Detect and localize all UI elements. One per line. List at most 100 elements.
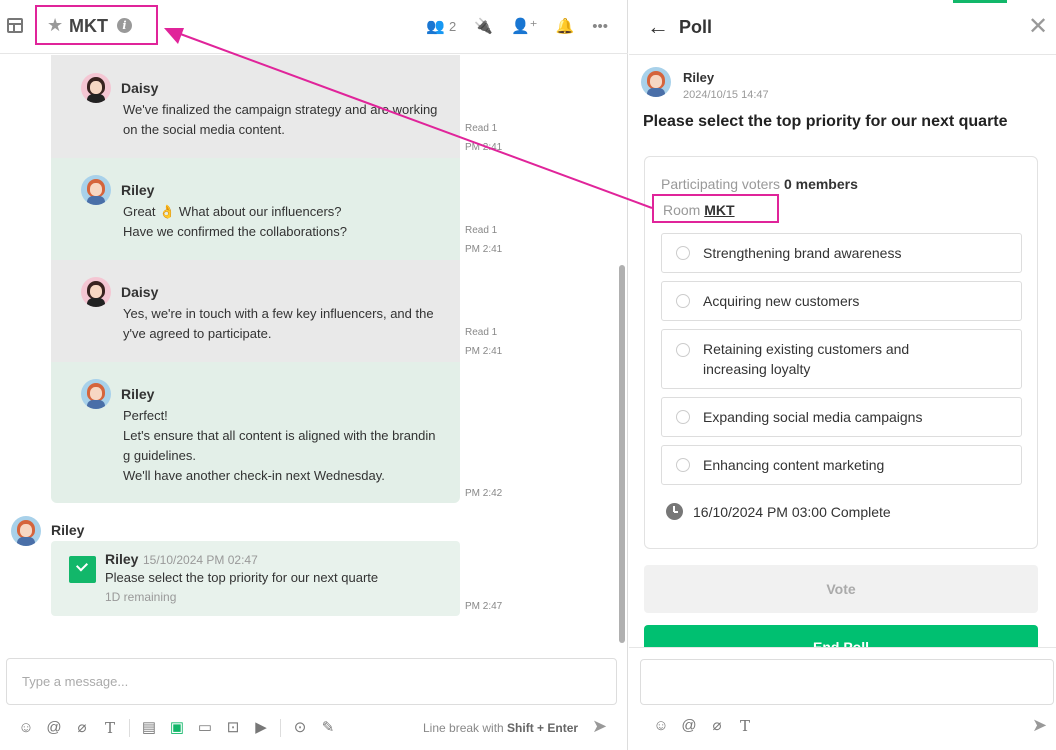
message-meta: Read 1 PM 2:41: [465, 323, 502, 361]
option-label: Strengthening brand awareness: [703, 245, 902, 261]
star-icon[interactable]: ★: [47, 15, 63, 35]
panel-title: Poll: [679, 17, 713, 37]
message-time: PM 2:41: [465, 142, 503, 153]
hint-prefix: Line break with: [423, 721, 508, 735]
room-label: Room: [663, 202, 701, 218]
message-bubble: Daisy We've finalized the campaign strat…: [51, 55, 460, 158]
room-title: MKT: [69, 16, 108, 36]
poll-option[interactable]: Acquiring new customers: [661, 281, 1022, 321]
emoji-icon[interactable]: ☺: [17, 718, 35, 738]
add-member-icon[interactable]: 👤⁺: [511, 17, 538, 37]
message-input[interactable]: [640, 659, 1054, 705]
toolbar-divider: [280, 719, 281, 737]
deadline-text: 16/10/2024 PM 03:00 Complete: [693, 503, 891, 520]
translate-icon[interactable]: ⊙: [291, 718, 309, 738]
radio-button[interactable]: [676, 343, 690, 357]
vote-button[interactable]: Vote: [644, 565, 1038, 613]
layout-toggle-icon[interactable]: [7, 18, 23, 33]
toolbar-divider: [129, 719, 130, 737]
poll-remaining: 1D remaining: [105, 590, 177, 604]
message-time: PM 2:41: [465, 346, 503, 357]
message-text: We've finalized the campaign strategy an…: [123, 102, 438, 137]
read-status: Read 1: [465, 123, 498, 134]
poll-option[interactable]: Strengthening brand awareness: [661, 233, 1022, 273]
room-name-link[interactable]: MKT: [704, 202, 734, 218]
mention-icon[interactable]: @: [680, 716, 698, 736]
message-sender: Daisy: [121, 80, 159, 96]
text-format-icon[interactable]: T: [101, 718, 119, 738]
room-highlight: Room MKT: [652, 194, 779, 223]
room-field: Room MKT: [663, 202, 735, 218]
scrollbar[interactable]: [619, 265, 625, 643]
message-text: Great 👌 What about our influencers? Have…: [123, 204, 348, 239]
option-label: Expanding social media campaigns: [703, 409, 923, 425]
attach-icon[interactable]: ⌀: [708, 716, 726, 736]
option-label: Acquiring new customers: [703, 293, 860, 309]
message-bubble: Riley Perfect! Let's ensure that all con…: [51, 362, 460, 503]
message-sender: Riley: [121, 386, 155, 402]
poll-option[interactable]: Expanding social media campaigns: [661, 397, 1022, 437]
option-label: Retaining existing customers and increas…: [703, 341, 910, 377]
members-button[interactable]: 👥 2: [426, 17, 456, 37]
emoji-icon[interactable]: ☺: [652, 716, 670, 736]
message-text: Yes, we're in touch with a few key influ…: [123, 306, 434, 341]
message-time: PM 2:42: [465, 488, 503, 499]
voters-label: Participating voters: [661, 176, 781, 192]
poll-created-at: 2024/10/15 14:47: [683, 89, 769, 101]
video-icon[interactable]: ▶: [252, 718, 270, 738]
chat-header: ★ MKT i 👥 2 🔌 👤⁺ 🔔 •••: [0, 0, 628, 54]
end-poll-button[interactable]: End Poll: [644, 625, 1038, 647]
capture-icon[interactable]: ⊡: [224, 718, 242, 738]
close-icon[interactable]: ✕: [1028, 12, 1048, 41]
avatar: [11, 516, 41, 546]
text-format-icon[interactable]: T: [736, 716, 754, 736]
task-icon[interactable]: ▤: [140, 718, 158, 738]
poll-card: Participating voters 0 members Room MKT …: [644, 156, 1038, 549]
poll-question: Please select the top priority for our n…: [105, 570, 379, 585]
participating-voters: Participating voters 0 members: [661, 176, 858, 192]
message-text: Perfect! Let's ensure that all content i…: [123, 408, 436, 483]
poll-option[interactable]: Retaining existing customers and increas…: [661, 329, 1022, 389]
poll-creator: Riley: [683, 70, 715, 85]
poll-sender: Riley: [105, 551, 139, 567]
chat-pane: ★ MKT i 👥 2 🔌 👤⁺ 🔔 ••• Daisy We've finali…: [0, 0, 628, 750]
poll-panel: ← Poll ✕ Riley 2024/10/15 14:47 Please s…: [629, 0, 1056, 750]
members-icon: 👥: [426, 18, 446, 35]
message-input[interactable]: Type a message...: [6, 658, 617, 705]
message-meta: Read 1 PM 2:41: [465, 119, 502, 157]
message-bubble: Riley Great 👌 What about our influencers…: [51, 158, 460, 260]
composer-divider: [629, 647, 1056, 648]
message-bubble: Daisy Yes, we're in touch with a few key…: [51, 260, 460, 362]
composer-toolbar: ☺ @ ⌀ T ▤ ▣ ▭ ⊡ ▶ ⊙ ✎: [17, 718, 337, 738]
poll-option[interactable]: Enhancing content marketing: [661, 445, 1022, 485]
radio-button[interactable]: [676, 246, 690, 260]
avatar: [81, 277, 111, 307]
edit-icon[interactable]: ✎: [319, 718, 337, 738]
mention-icon[interactable]: @: [45, 718, 63, 738]
plugin-icon[interactable]: 🔌: [474, 17, 493, 37]
poll-message-card[interactable]: Riley 15/10/2024 PM 02:47 Please select …: [51, 541, 460, 616]
message-sender: Daisy: [121, 284, 159, 300]
radio-button[interactable]: [676, 410, 690, 424]
avatar: [81, 73, 111, 103]
message-time: PM 2:41: [465, 244, 503, 255]
send-icon[interactable]: ➤: [1032, 715, 1047, 736]
back-arrow-icon[interactable]: ←: [647, 14, 669, 40]
info-icon[interactable]: i: [117, 18, 132, 33]
more-icon[interactable]: •••: [592, 17, 608, 37]
read-status: Read 1: [465, 225, 498, 236]
schedule-icon[interactable]: ▭: [196, 718, 214, 738]
attach-icon[interactable]: ⌀: [73, 718, 91, 738]
hint-keys: Shift + Enter: [507, 721, 579, 735]
member-count: 2: [449, 19, 457, 34]
send-icon[interactable]: ➤: [592, 716, 607, 737]
header-actions: 👥 2 🔌 👤⁺ 🔔 •••: [426, 17, 608, 37]
avatar: [81, 175, 111, 205]
alarm-icon[interactable]: 🔔: [556, 17, 575, 37]
radio-button[interactable]: [676, 458, 690, 472]
radio-button[interactable]: [676, 294, 690, 308]
message-meta: Read 1 PM 2:41: [465, 221, 502, 259]
poll-tool-icon[interactable]: ▣: [168, 718, 186, 738]
read-status: Read 1: [465, 327, 498, 338]
message-sender: Riley: [51, 522, 85, 538]
